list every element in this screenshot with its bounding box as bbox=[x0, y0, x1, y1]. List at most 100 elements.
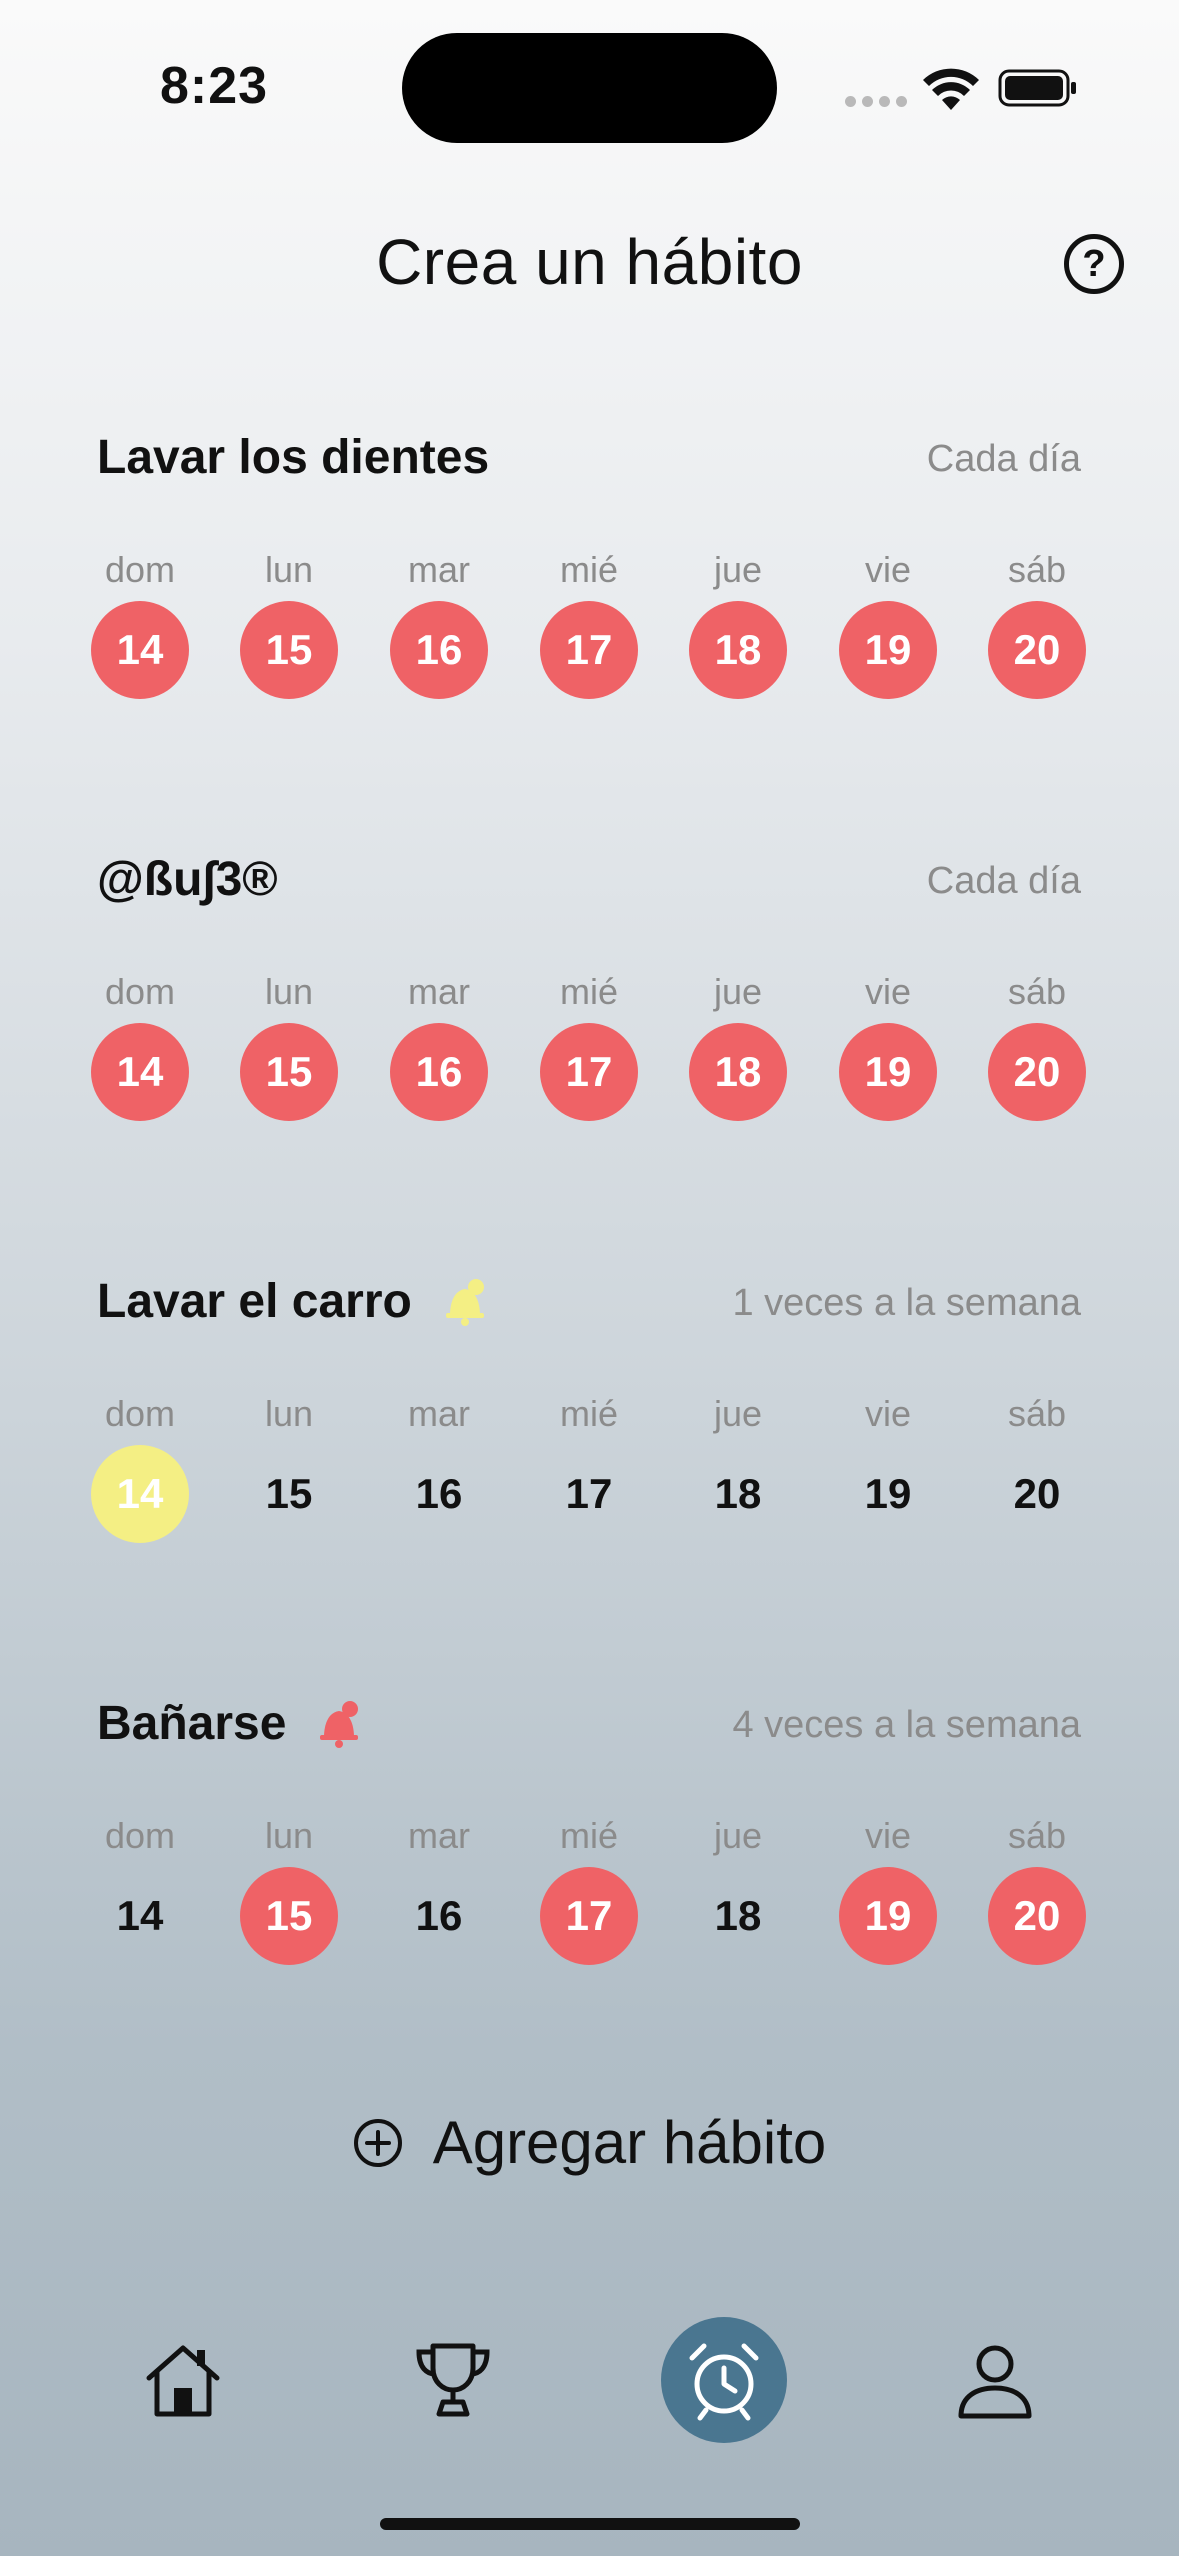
day-cell[interactable]: lun 15 bbox=[239, 1389, 339, 1543]
day-number[interactable]: 15 bbox=[240, 601, 338, 699]
tab-bar bbox=[0, 2310, 1179, 2450]
day-number[interactable]: 15 bbox=[240, 1867, 338, 1965]
day-number[interactable]: 15 bbox=[240, 1445, 338, 1543]
add-habit-button[interactable]: Agregar hábito bbox=[0, 2108, 1179, 2177]
day-number[interactable]: 20 bbox=[988, 1445, 1086, 1543]
day-label: mié bbox=[559, 1815, 618, 1856]
tab-alarm[interactable] bbox=[661, 2317, 787, 2443]
bell-icon[interactable] bbox=[316, 1699, 362, 1749]
day-number[interactable]: 16 bbox=[390, 601, 488, 699]
day-cell[interactable]: mar 16 bbox=[389, 1811, 489, 1965]
day-cell[interactable]: mié 17 bbox=[539, 967, 639, 1121]
habit-card[interactable]: Bañarse 4 veces a la semana dom 14 lun 15 ma… bbox=[0, 1696, 1179, 2026]
day-number[interactable]: 18 bbox=[689, 1445, 787, 1543]
person-icon bbox=[958, 2345, 1032, 2419]
day-label: lun bbox=[264, 1815, 314, 1856]
day-number[interactable]: 18 bbox=[689, 1023, 787, 1121]
day-number[interactable]: 14 bbox=[91, 1023, 189, 1121]
day-label: dom bbox=[104, 1393, 176, 1434]
day-cell[interactable]: mar 16 bbox=[389, 1389, 489, 1543]
question-mark-icon: ? bbox=[1082, 242, 1106, 285]
day-cell[interactable]: sáb 20 bbox=[987, 545, 1087, 699]
day-number[interactable]: 17 bbox=[540, 1023, 638, 1121]
day-label: mar bbox=[408, 1393, 470, 1434]
day-label: mar bbox=[408, 971, 470, 1012]
habit-card[interactable]: Lavar los dientes Cada día dom 14 lun 15 mar… bbox=[0, 430, 1179, 760]
alarm-clock-icon bbox=[689, 2343, 759, 2421]
day-number[interactable]: 17 bbox=[540, 601, 638, 699]
help-button[interactable]: ? bbox=[1064, 234, 1124, 294]
day-cell[interactable]: dom 14 bbox=[90, 967, 190, 1121]
day-cell[interactable]: lun 15 bbox=[239, 545, 339, 699]
tab-trophy[interactable] bbox=[390, 2317, 516, 2443]
day-number[interactable]: 18 bbox=[689, 1867, 787, 1965]
day-number[interactable]: 16 bbox=[390, 1023, 488, 1121]
day-cell[interactable]: dom 14 bbox=[90, 1811, 190, 1965]
habit-name: Bañarse bbox=[97, 1697, 287, 1750]
day-cell[interactable]: sáb 20 bbox=[987, 1389, 1087, 1543]
habit-name: Lavar los dientes bbox=[97, 431, 490, 484]
day-number[interactable]: 20 bbox=[988, 601, 1086, 699]
day-cell[interactable]: mié 17 bbox=[539, 545, 639, 699]
habit-frequency: Cada día bbox=[926, 860, 1081, 902]
day-label: mié bbox=[559, 549, 618, 590]
day-cell[interactable]: jue 18 bbox=[688, 1389, 788, 1543]
day-number[interactable]: 16 bbox=[390, 1867, 488, 1965]
day-number[interactable]: 19 bbox=[839, 1445, 937, 1543]
day-cell[interactable]: jue 18 bbox=[688, 1811, 788, 1965]
day-label: sáb bbox=[1007, 971, 1067, 1012]
day-number[interactable]: 20 bbox=[988, 1023, 1086, 1121]
day-cell[interactable]: mié 17 bbox=[539, 1811, 639, 1965]
day-label: dom bbox=[104, 1815, 176, 1856]
day-label: lun bbox=[264, 971, 314, 1012]
day-cell[interactable]: sáb 20 bbox=[987, 1811, 1087, 1965]
day-label: jue bbox=[713, 1393, 763, 1434]
day-cell[interactable]: mar 16 bbox=[389, 545, 489, 699]
day-number[interactable]: 20 bbox=[988, 1867, 1086, 1965]
habit-name: Lavar el carro bbox=[97, 1275, 412, 1328]
day-number[interactable]: 19 bbox=[839, 1023, 937, 1121]
day-label: sáb bbox=[1007, 1393, 1067, 1434]
day-cell[interactable]: vie 19 bbox=[838, 545, 938, 699]
day-number[interactable]: 15 bbox=[240, 1023, 338, 1121]
habit-name: @ßu∫3® bbox=[97, 853, 278, 906]
day-number[interactable]: 14 bbox=[91, 601, 189, 699]
day-number[interactable]: 19 bbox=[839, 1867, 937, 1965]
day-number[interactable]: 18 bbox=[689, 601, 787, 699]
habit-card[interactable]: Lavar el carro 1 veces a la semana dom 14… bbox=[0, 1274, 1179, 1604]
day-cell[interactable]: jue 18 bbox=[688, 545, 788, 699]
day-cell[interactable]: dom 14 bbox=[90, 1389, 190, 1543]
day-cell[interactable]: vie 19 bbox=[838, 1811, 938, 1965]
day-cell[interactable]: mar 16 bbox=[389, 967, 489, 1121]
page-title: Crea un hábito bbox=[376, 226, 803, 298]
week-days: dom 14 lun 15 mar 16 mié 17 jue 18 vie 19 sáb 20 bbox=[0, 1389, 1179, 1543]
day-cell[interactable]: lun 15 bbox=[239, 1811, 339, 1965]
day-number[interactable]: 14 bbox=[91, 1867, 189, 1965]
day-cell[interactable]: vie 19 bbox=[838, 1389, 938, 1543]
add-habit-label: Agregar hábito bbox=[432, 2109, 827, 2176]
habit-card[interactable]: @ßu∫3® Cada día dom 14 lun 15 mar 16 mié 17 jue 1… bbox=[0, 852, 1179, 1182]
status-bar: 8:23 bbox=[0, 0, 1179, 150]
day-number[interactable]: 14 bbox=[91, 1445, 189, 1543]
bell-icon[interactable] bbox=[442, 1277, 488, 1327]
week-days: dom 14 lun 15 mar 16 mié 17 jue 18 vie 19 sáb 20 bbox=[0, 545, 1179, 699]
day-cell[interactable]: sáb 20 bbox=[987, 967, 1087, 1121]
day-number[interactable]: 16 bbox=[390, 1445, 488, 1543]
day-number[interactable]: 17 bbox=[540, 1867, 638, 1965]
day-number[interactable]: 19 bbox=[839, 601, 937, 699]
tab-home[interactable] bbox=[120, 2317, 246, 2443]
tab-profile[interactable] bbox=[932, 2317, 1058, 2443]
day-label: jue bbox=[713, 549, 763, 590]
day-cell[interactable]: vie 19 bbox=[838, 967, 938, 1121]
day-label: jue bbox=[713, 971, 763, 1012]
day-cell[interactable]: lun 15 bbox=[239, 967, 339, 1121]
day-cell[interactable]: mié 17 bbox=[539, 1389, 639, 1543]
day-number[interactable]: 17 bbox=[540, 1445, 638, 1543]
plus-circle-icon bbox=[353, 2118, 402, 2167]
day-cell[interactable]: dom 14 bbox=[90, 545, 190, 699]
day-label: dom bbox=[104, 549, 176, 590]
habit-frequency: 4 veces a la semana bbox=[732, 1704, 1081, 1746]
day-cell[interactable]: jue 18 bbox=[688, 967, 788, 1121]
day-label: mié bbox=[559, 971, 618, 1012]
day-label: lun bbox=[264, 1393, 314, 1434]
